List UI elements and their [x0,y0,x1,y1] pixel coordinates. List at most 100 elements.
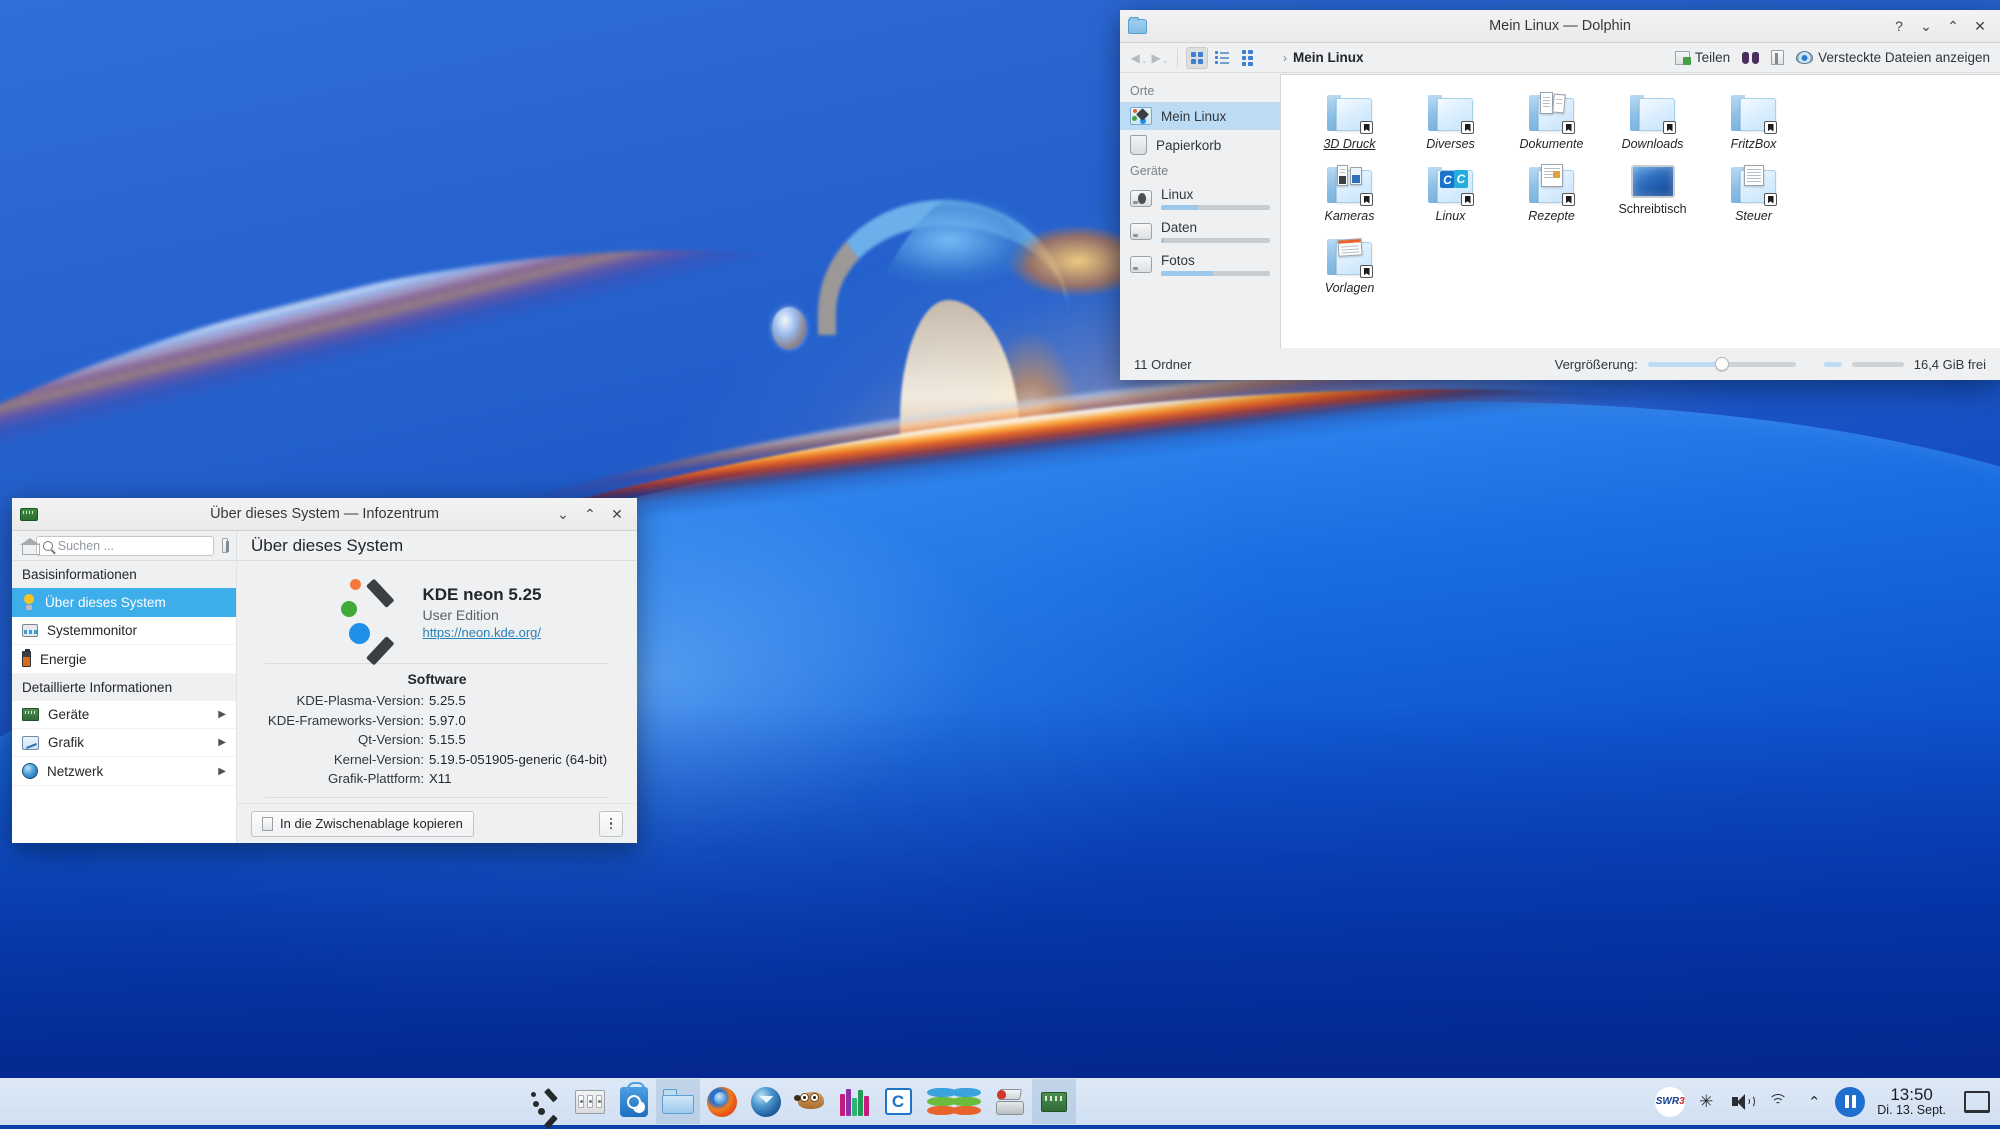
dolphin-file-view[interactable]: 3D Druck Diverses [1280,74,2000,348]
place-item-papierkorb[interactable]: Papierkorb [1120,130,1280,160]
zoom-slider-track-left[interactable] [1648,362,1718,367]
infocenter-titlebar[interactable]: Über dieses System — Infozentrum ⌄ ⌃ ✕ [12,498,637,531]
panel-icon[interactable] [222,538,228,553]
file-item[interactable]: Downloads [1602,85,1703,157]
close-button[interactable]: ✕ [1968,15,1992,37]
scanner-icon [994,1089,1026,1115]
taskbar-item-kde-launcher[interactable] [524,1079,568,1124]
dolphin-places-panel[interactable]: Orte Mein Linux Papierkorb Geräte Linux [1120,74,1280,348]
taskbar-item-firefox[interactable] [700,1079,744,1124]
file-label: Linux [1436,209,1466,223]
sidebar-item-geraete[interactable]: Geräte ▶ [12,701,236,729]
breadcrumb-current[interactable]: Mein Linux [1293,50,1364,65]
more-options-button[interactable] [599,811,623,837]
zoom-slider[interactable] [1648,357,1796,371]
product-url-link[interactable]: https://neon.kde.org/ [422,625,541,640]
tray-item-network[interactable] [1761,1079,1795,1124]
capacity-bar [1161,271,1270,276]
show-hidden-files-button[interactable]: Versteckte Dateien anzeigen [1796,50,1990,65]
file-item[interactable]: Schreibtisch [1602,157,1703,229]
sidebar-item-grafik[interactable]: Grafik ▶ [12,729,236,757]
file-item[interactable]: Rezepte [1501,157,1602,229]
toolbar-right-group[interactable]: Teilen Versteckte Dateien anzeigen [1675,50,1990,65]
view-mode-icons-button[interactable] [1186,47,1208,69]
infocenter-footer[interactable]: In die Zwischenablage kopieren [237,803,637,843]
copy-to-clipboard-button[interactable]: In die Zwischenablage kopieren [251,811,474,837]
device-item-fotos[interactable]: Fotos [1120,248,1280,281]
taskbar-item-app-grid[interactable] [568,1079,612,1124]
taskbar-item-thunderbird[interactable] [744,1079,788,1124]
tray-item-bluetooth[interactable]: ✳ [1689,1079,1723,1124]
dolphin-window[interactable]: Mein Linux — Dolphin ? ⌄ ⌃ ✕ ◀⌄ ▶⌄ › Mei… [1120,10,2000,380]
table-row: KDE-Plasma-Version: 5.25.5 [237,691,637,711]
view-mode-details-button[interactable] [1211,47,1233,69]
taskbar-item-audacity[interactable] [832,1079,876,1124]
tray-item-volume[interactable] [1725,1079,1759,1124]
file-label: Steuer [1735,209,1772,223]
show-desktop-button[interactable] [1960,1086,1994,1118]
file-label: Vorlagen [1325,281,1375,295]
maximize-button[interactable]: ⌃ [1941,15,1965,37]
taskbar-launchers-right[interactable] [944,1078,1076,1125]
zoom-slider-track-right[interactable] [1726,362,1796,367]
zoom-slider-handle[interactable] [1715,357,1729,371]
share-button[interactable]: Teilen [1675,50,1730,65]
tray-item-media-pause[interactable] [1833,1079,1867,1124]
chevron-glyph [366,586,396,632]
close-button[interactable]: ✕ [605,503,629,525]
system-tray[interactable]: SWR3 ✳ ⌃ 13:50 Di. 13. Sept. [1653,1078,1994,1125]
infocenter-window-controls[interactable]: ⌄ ⌃ ✕ [551,503,629,525]
taskbar-panel[interactable]: C SWR3 [0,1078,2000,1125]
clock-widget[interactable]: 13:50 Di. 13. Sept. [1869,1086,1954,1118]
zoom-slider-tail[interactable] [1824,362,1842,367]
place-item-mein-linux[interactable]: Mein Linux [1120,102,1280,130]
minimize-button[interactable]: ⌄ [551,503,575,525]
dolphin-toolbar[interactable]: ◀⌄ ▶⌄ › Mein Linux Teilen [1120,43,2000,73]
minimize-button[interactable]: ⌄ [1914,15,1938,37]
view-mode-compact-button[interactable] [1236,47,1258,69]
file-item[interactable]: Kameras [1299,157,1400,229]
dolphin-window-controls[interactable]: ? ⌄ ⌃ ✕ [1887,15,1992,37]
sidebar-item-ueber-dieses-system[interactable]: Über dieses System [12,588,236,617]
file-item[interactable]: Steuer [1703,157,1804,229]
taskbar-item-layers-app-2[interactable] [944,1079,988,1124]
sidebar-item-netzwerk[interactable]: Netzwerk ▶ [12,757,236,786]
infocenter-sidebar[interactable]: Basisinformationen Über dieses System Sy… [12,561,237,843]
zoom-slider-tail2[interactable] [1852,362,1904,367]
file-item[interactable]: Dokumente [1501,85,1602,157]
file-item[interactable]: C C Linux [1400,157,1501,229]
tray-item-swr3[interactable]: SWR3 [1653,1079,1687,1124]
infocenter-window[interactable]: Über dieses System — Infozentrum ⌄ ⌃ ✕ S… [12,498,637,843]
file-icon-grid[interactable]: 3D Druck Diverses [1299,85,2000,301]
taskbar-item-gimp[interactable] [788,1079,832,1124]
help-button[interactable]: ? [1887,15,1911,37]
infocenter-search-toolbar[interactable]: Suchen ... [12,531,237,561]
taskbar-item-infocenter[interactable] [1032,1079,1076,1124]
sidebar-item-systemmonitor[interactable]: Systemmonitor [12,617,236,645]
taskbar-launchers[interactable]: C [524,1078,964,1125]
breadcrumb[interactable]: › Mein Linux [1283,50,1364,65]
taskbar-item-discover[interactable] [612,1079,656,1124]
sidebar-item-energie[interactable]: Energie [12,645,236,674]
file-item[interactable]: Vorlagen [1299,229,1400,301]
taskbar-item-scanner[interactable] [988,1079,1032,1124]
back-button[interactable]: ◀⌄ [1130,48,1148,68]
forward-button[interactable]: ▶⌄ [1151,48,1169,68]
device-item-linux[interactable]: Linux [1120,182,1280,215]
row-value: 5.97.0 [429,711,637,731]
file-item[interactable]: FritzBox [1703,85,1804,157]
maximize-button[interactable]: ⌃ [578,503,602,525]
search-input[interactable]: Suchen ... [36,536,214,556]
dolphin-titlebar[interactable]: Mein Linux — Dolphin ? ⌄ ⌃ ✕ [1120,10,2000,43]
taskbar-item-calligra[interactable]: C [876,1079,920,1124]
find-button[interactable] [1742,52,1759,64]
panel-toggle-button[interactable] [1771,50,1784,65]
home-icon[interactable] [20,537,28,555]
file-item[interactable]: Diverses [1400,85,1501,157]
tray-expand-button[interactable]: ⌃ [1797,1079,1831,1124]
file-item[interactable]: 3D Druck [1299,85,1400,157]
taskbar-item-dolphin[interactable] [656,1079,700,1124]
device-item-daten[interactable]: Daten [1120,215,1280,248]
folder-templates-icon [1327,237,1372,277]
trash-icon [1130,135,1147,155]
